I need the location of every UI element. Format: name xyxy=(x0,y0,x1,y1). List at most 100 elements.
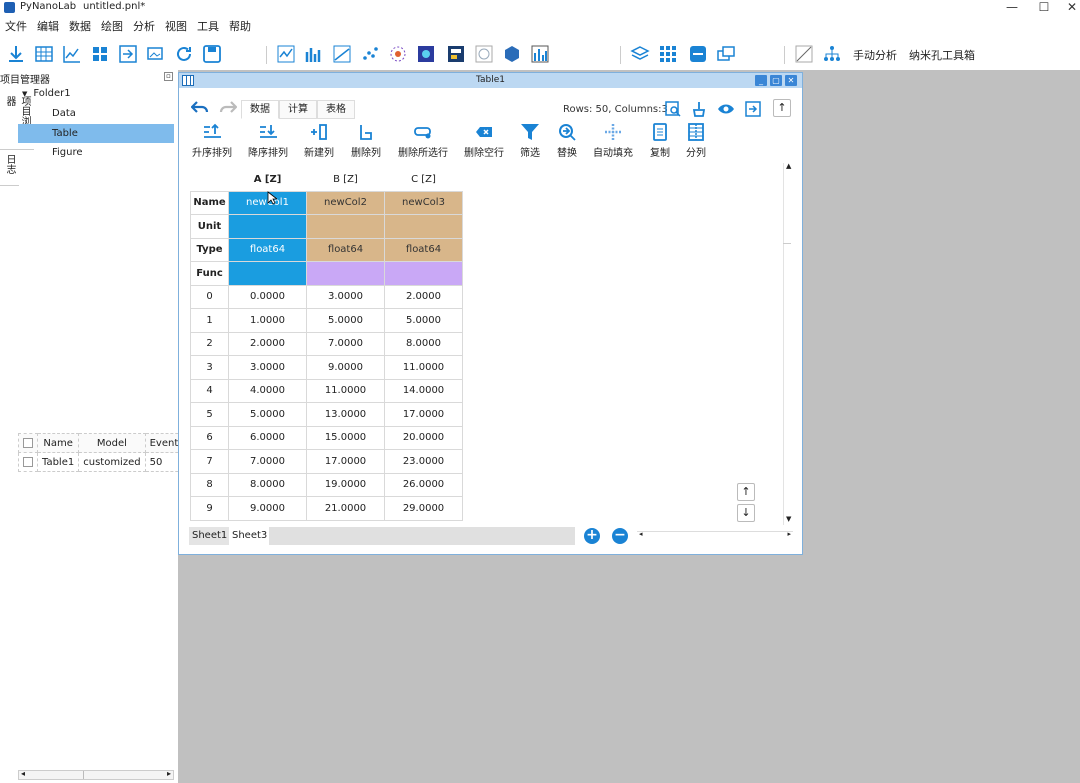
header-checkbox[interactable] xyxy=(23,437,33,448)
draw-line-icon[interactable] xyxy=(794,44,814,64)
row-index[interactable]: 3 xyxy=(190,355,229,380)
expand-arrow-icon[interactable]: ▼ xyxy=(22,90,27,98)
row-index[interactable]: 2 xyxy=(190,331,229,356)
split-column-button[interactable]: 分列 xyxy=(684,123,708,159)
data-cell[interactable]: 26.0000 xyxy=(384,472,463,497)
search-table-icon[interactable] xyxy=(665,101,681,117)
row-checkbox-cell[interactable] xyxy=(18,452,38,472)
layers-icon[interactable] xyxy=(630,44,650,64)
cell-unit-a[interactable] xyxy=(228,214,307,239)
contour-icon[interactable] xyxy=(446,44,466,64)
cell-func-a[interactable] xyxy=(228,261,307,286)
eye-icon[interactable] xyxy=(717,102,735,116)
clean-brush-icon[interactable] xyxy=(691,101,707,117)
menu-tools[interactable]: 工具 xyxy=(192,18,224,36)
cell-type-c[interactable]: float64 xyxy=(384,237,463,262)
menu-data[interactable]: 数据 xyxy=(64,18,96,36)
row-index[interactable]: 6 xyxy=(190,425,229,450)
subwin-close-button[interactable]: ✕ xyxy=(785,75,797,86)
data-cell[interactable]: 17.0000 xyxy=(306,449,385,474)
menu-file[interactable]: 文件 xyxy=(0,18,32,36)
nanopore-toolbox-button[interactable]: 纳米孔工具箱 xyxy=(909,47,975,63)
data-cell[interactable]: 15.0000 xyxy=(306,425,385,450)
data-cell[interactable]: 5.0000 xyxy=(228,402,307,427)
3d-plot-icon[interactable] xyxy=(502,44,522,64)
scroll-thumb[interactable] xyxy=(783,243,791,244)
data-cell[interactable]: 20.0000 xyxy=(384,425,463,450)
menu-analysis[interactable]: 分析 xyxy=(128,18,160,36)
tab-table[interactable]: 表格 xyxy=(317,100,355,119)
data-cell[interactable]: 3.0000 xyxy=(228,355,307,380)
delete-selected-rows-button[interactable]: 删除所选行 xyxy=(397,123,449,159)
cell-type-a[interactable]: float64 xyxy=(228,237,307,262)
data-cell[interactable]: 9.0000 xyxy=(306,355,385,380)
delete-empty-rows-button[interactable]: 删除空行 xyxy=(463,123,505,159)
minimize-all-icon[interactable] xyxy=(688,44,708,64)
data-cell[interactable]: 21.0000 xyxy=(306,496,385,521)
table-icon[interactable] xyxy=(34,44,54,64)
panel-horizontal-scrollbar[interactable]: ◂ ▸ xyxy=(18,769,174,780)
scroll-thumb[interactable] xyxy=(83,771,84,779)
tree-item-figure[interactable]: Figure xyxy=(52,143,174,162)
remove-sheet-button[interactable]: − xyxy=(612,528,628,544)
cell-func-c[interactable] xyxy=(384,261,463,286)
export-table-icon[interactable] xyxy=(745,101,761,117)
data-cell[interactable]: 2.0000 xyxy=(228,331,307,356)
table-vertical-scrollbar[interactable]: ▲ ▼ xyxy=(783,162,795,525)
tree-folder[interactable]: ▼ Folder1 xyxy=(22,84,71,103)
cell-unit-b[interactable] xyxy=(306,214,385,239)
save-icon[interactable] xyxy=(202,44,222,64)
sheet-horizontal-scrollbar[interactable]: ◂ ▸ xyxy=(637,530,793,541)
data-cell[interactable]: 29.0000 xyxy=(384,496,463,521)
data-cell[interactable]: 7.0000 xyxy=(306,331,385,356)
panel-float-button[interactable]: ▫ xyxy=(164,72,173,81)
scroll-top-button[interactable]: ↑ xyxy=(773,99,791,117)
data-cell[interactable]: 19.0000 xyxy=(306,472,385,497)
data-cell[interactable]: 13.0000 xyxy=(306,402,385,427)
bar-chart-icon[interactable] xyxy=(530,44,550,64)
sort-ascending-button[interactable]: 升序排列 xyxy=(191,123,233,159)
scatter-icon[interactable] xyxy=(360,44,380,64)
line-chart-icon[interactable] xyxy=(332,44,352,64)
row-index[interactable]: 1 xyxy=(190,308,229,333)
data-cell[interactable]: 1.0000 xyxy=(228,308,307,333)
scroll-up-icon[interactable]: ▲ xyxy=(786,162,791,170)
menu-plot[interactable]: 绘图 xyxy=(96,18,128,36)
header-checkbox-cell[interactable] xyxy=(18,433,38,453)
cell-name-c[interactable]: newCol3 xyxy=(384,190,463,215)
tab-data[interactable]: 数据 xyxy=(241,100,279,119)
density-icon[interactable] xyxy=(388,44,408,64)
data-cell[interactable]: 7.0000 xyxy=(228,449,307,474)
data-cell[interactable]: 14.0000 xyxy=(384,378,463,403)
scroll-down-icon[interactable]: ▼ xyxy=(786,515,791,523)
polar-icon[interactable] xyxy=(474,44,494,64)
histogram-icon[interactable] xyxy=(304,44,324,64)
tab-log[interactable]: 日志 xyxy=(0,150,19,186)
minimize-button[interactable]: — xyxy=(994,0,1030,16)
menu-help[interactable]: 帮助 xyxy=(224,18,256,36)
data-cell[interactable]: 5.0000 xyxy=(306,308,385,333)
row-index[interactable]: 8 xyxy=(190,472,229,497)
cell-type-b[interactable]: float64 xyxy=(306,237,385,262)
data-cell[interactable]: 17.0000 xyxy=(384,402,463,427)
data-cell[interactable]: 3.0000 xyxy=(306,284,385,309)
subwin-minimize-button[interactable]: _ xyxy=(755,75,767,86)
refresh-icon[interactable] xyxy=(174,44,194,64)
manual-analysis-button[interactable]: 手动分析 xyxy=(853,47,897,63)
table-row[interactable]: Table1 customized 50 xyxy=(18,452,189,472)
scroll-down-button[interactable]: ↓ xyxy=(737,504,755,522)
scroll-right-icon[interactable]: ▸ xyxy=(167,769,171,778)
cell-unit-c[interactable] xyxy=(384,214,463,239)
heatmap-icon[interactable] xyxy=(416,44,436,64)
scroll-right-icon[interactable]: ▸ xyxy=(787,530,791,538)
replace-button[interactable]: 替换 xyxy=(555,123,579,159)
image-icon[interactable] xyxy=(146,44,166,64)
export-icon[interactable] xyxy=(118,44,138,64)
data-cell[interactable]: 5.0000 xyxy=(384,308,463,333)
data-cell[interactable]: 11.0000 xyxy=(384,355,463,380)
copy-button[interactable]: 复制 xyxy=(648,123,672,159)
subwin-restore-button[interactable]: ▢ xyxy=(770,75,782,86)
redo-icon[interactable] xyxy=(219,100,237,116)
new-column-button[interactable]: 新建列 xyxy=(303,123,335,159)
cell-name-b[interactable]: newCol2 xyxy=(306,190,385,215)
